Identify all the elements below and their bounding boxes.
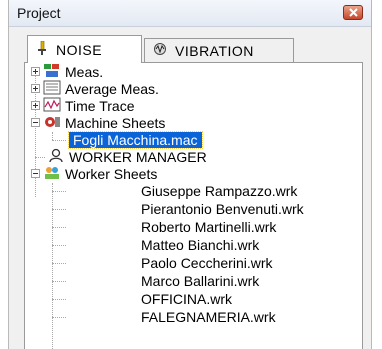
- tree-item-worker-file[interactable]: FALEGNAMERIA.wrk: [141, 309, 276, 325]
- tree-item-worker-manager[interactable]: WORKER MANAGER: [47, 148, 207, 166]
- tree-item-worker-file[interactable]: Paolo Ceccherini.wrk: [141, 255, 273, 271]
- project-tree[interactable]: Meas. Average Meas. Time Trace Machine S…: [24, 62, 363, 349]
- close-button[interactable]: [343, 5, 363, 20]
- worker-sheets-icon: [43, 165, 61, 183]
- tree-item-average-meas[interactable]: Average Meas.: [43, 80, 159, 98]
- vibration-icon: [153, 42, 167, 59]
- tree-item-label: Machine Sheets: [65, 115, 166, 131]
- tree-item-label: Roberto Martinelli.wrk: [141, 219, 277, 235]
- tree-item-worker-file[interactable]: Pierantonio Benvenuti.wrk: [141, 201, 304, 217]
- tree-item-label: Paolo Ceccherini.wrk: [141, 255, 273, 271]
- title-bar: Project: [9, 0, 371, 27]
- tree-item-machine-sheets[interactable]: Machine Sheets: [43, 115, 165, 131]
- panel-title: Project: [17, 5, 61, 21]
- tab-vibration-label: VIBRATION: [175, 42, 254, 59]
- tree-item-label: Time Trace: [65, 98, 135, 114]
- time-trace-icon: [43, 97, 61, 115]
- expand-average-meas[interactable]: [31, 84, 40, 93]
- tree-item-worker-file[interactable]: OFFICINA.wrk: [141, 291, 232, 307]
- tree-item-worker-file[interactable]: Marco Ballarini.wrk: [141, 273, 259, 289]
- tree-item-label: Average Meas.: [65, 81, 159, 97]
- tree-item-label: Worker Sheets: [65, 166, 158, 182]
- tree-item-label: Marco Ballarini.wrk: [141, 273, 260, 289]
- tree-item-worker-sheets[interactable]: Worker Sheets: [43, 166, 157, 182]
- tab-bar: NOISE VIBRATION: [27, 35, 371, 64]
- noise-icon: [36, 40, 48, 58]
- tree-item-worker-file[interactable]: Roberto Martinelli.wrk: [141, 219, 276, 235]
- tree-item-label: WORKER MANAGER: [69, 149, 207, 165]
- tree-item-label: Pierantonio Benvenuti.wrk: [141, 201, 304, 217]
- collapse-machine-sheets[interactable]: [31, 118, 40, 127]
- tree-item-worker-file[interactable]: Matteo Bianchi.wrk: [141, 237, 259, 253]
- tree-item-label: Meas.: [65, 64, 104, 80]
- close-icon: [349, 8, 358, 17]
- tree-item-label: OFFICINA.wrk: [141, 291, 232, 307]
- tab-noise[interactable]: NOISE: [27, 35, 142, 63]
- expand-meas[interactable]: [31, 67, 40, 76]
- tree-item-worker-file[interactable]: Giuseppe Rampazzo.wrk: [141, 183, 297, 199]
- average-meas-icon: [43, 80, 61, 98]
- tree-item-meas[interactable]: Meas.: [43, 64, 103, 80]
- tab-vibration[interactable]: VIBRATION: [144, 38, 294, 62]
- tree-item-fogli-macchina[interactable]: Fogli Macchina.mac: [68, 131, 203, 149]
- tree-item-label: Matteo Bianchi.wrk: [141, 237, 260, 253]
- project-panel: Project NOISE VIBRATION Meas. Average Me…: [8, 0, 372, 349]
- tab-noise-label: NOISE: [56, 41, 103, 58]
- tree-item-label: Fogli Macchina.mac: [68, 131, 203, 149]
- collapse-worker-sheets[interactable]: [31, 169, 40, 178]
- worker-manager-icon: [47, 148, 65, 166]
- tree-item-label: FALEGNAMERIA.wrk: [141, 309, 276, 325]
- meas-icon: [43, 63, 61, 81]
- expand-time-trace[interactable]: [31, 101, 40, 110]
- machine-sheets-icon: [43, 114, 61, 132]
- tree-item-time-trace[interactable]: Time Trace: [43, 97, 135, 115]
- tree-item-label: Giuseppe Rampazzo.wrk: [141, 183, 298, 199]
